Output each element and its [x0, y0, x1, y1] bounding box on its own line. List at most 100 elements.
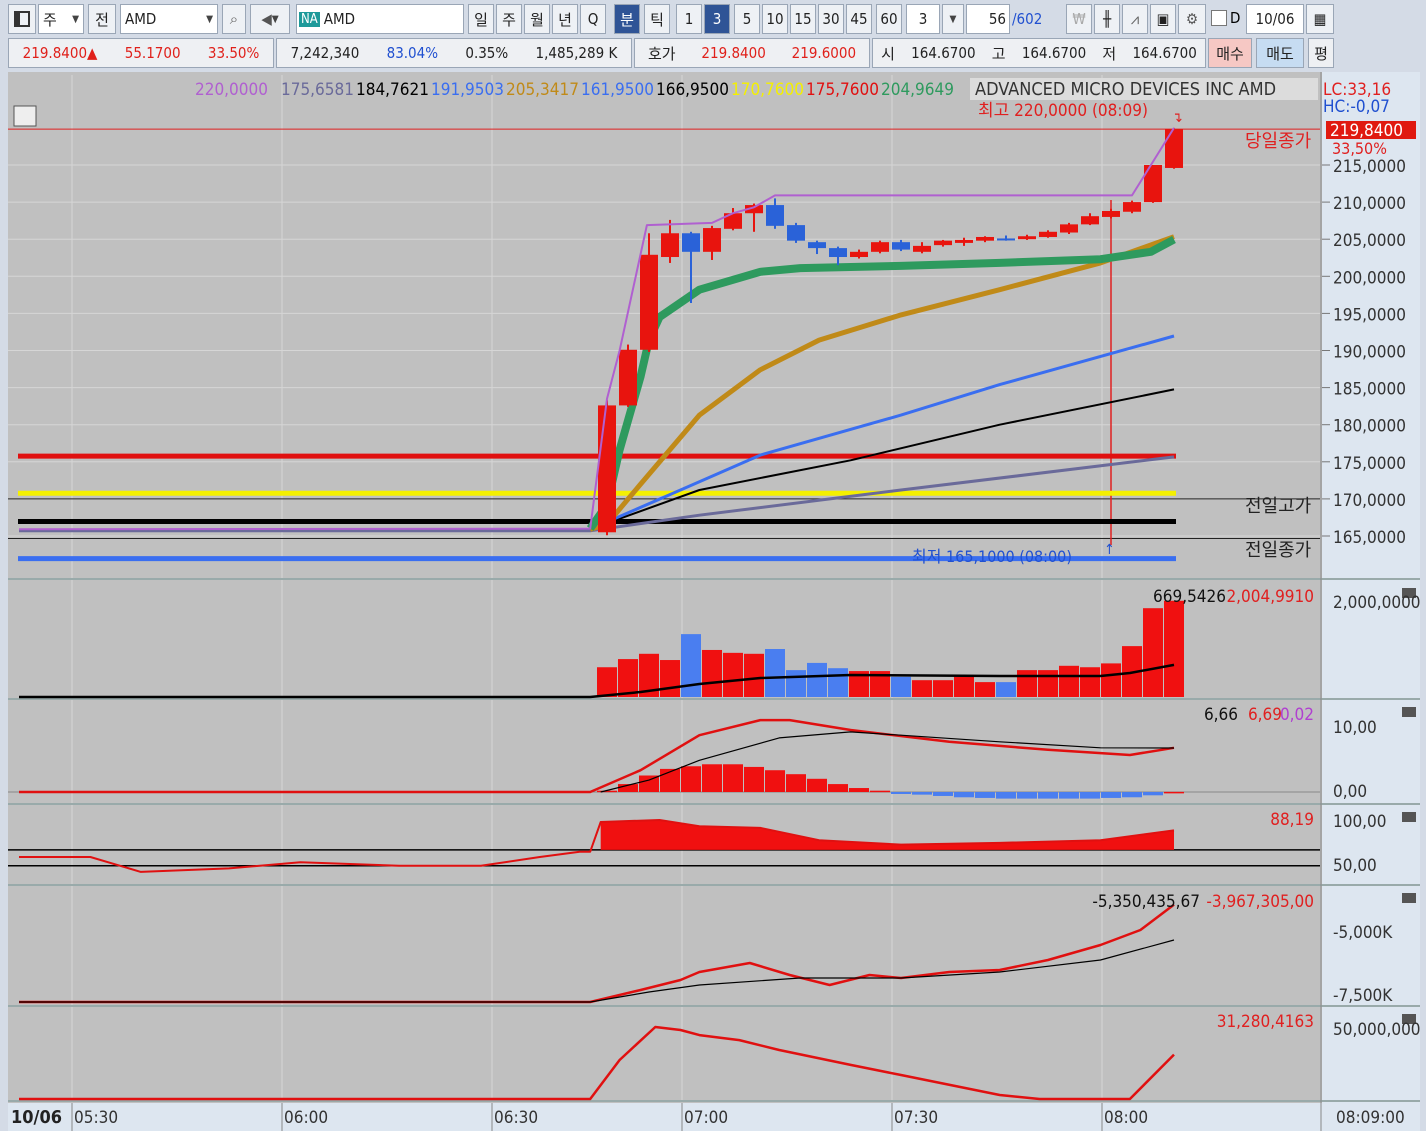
volume-bar — [597, 667, 617, 697]
price-group: 219.8400▲ 55.1700 33.50% — [8, 38, 274, 68]
volume-ratio: 83.04% — [386, 44, 439, 62]
interval-button-10[interactable]: 10 — [762, 4, 788, 34]
time-tick-label: 06:30 — [494, 1108, 538, 1128]
period-button-4[interactable]: Q — [580, 4, 606, 34]
market-select-value: 주 — [43, 10, 57, 29]
sell-button[interactable]: 매도 — [1256, 38, 1304, 68]
title-bg — [970, 78, 1318, 100]
volume-bar — [912, 680, 932, 697]
layout-icon[interactable] — [8, 4, 36, 34]
volume-bar — [681, 634, 701, 697]
avg-button[interactable]: 평 — [1308, 38, 1334, 68]
period-button-2[interactable]: 월 — [524, 4, 550, 34]
time-tick-label: 06:00 — [284, 1108, 328, 1128]
volume-bar — [933, 680, 953, 697]
period-button-5[interactable]: 분 — [614, 4, 640, 34]
time-tick-label: 05:30 — [74, 1108, 118, 1128]
buy-button[interactable]: 매수 — [1208, 38, 1252, 68]
high-annotation: 최고 220,0000 (08:09) — [978, 101, 1148, 121]
panel-close-icon[interactable] — [1402, 1014, 1416, 1024]
chart-settings-icon[interactable] — [13, 105, 37, 127]
period-button-3[interactable]: 년 — [552, 4, 578, 34]
interval-button-5[interactable]: 5 — [734, 4, 760, 34]
interval-button-45[interactable]: 45 — [846, 4, 872, 34]
low-value: 164.6700 — [1132, 44, 1197, 62]
legend-value: 175,6581 — [281, 80, 354, 100]
macd-hist-bar — [870, 790, 890, 793]
candle-add-icon[interactable]: ╫ — [1094, 4, 1120, 34]
lc-label: LC:33,16 — [1323, 80, 1391, 100]
macd-hist-bar — [618, 784, 638, 792]
volume-bar — [807, 662, 827, 697]
volume-bar — [723, 652, 743, 697]
candle-body — [598, 405, 616, 533]
panel-close-icon[interactable] — [1402, 893, 1416, 903]
volume-bar — [660, 660, 680, 697]
candle-body — [745, 205, 763, 214]
count-input[interactable]: 56 — [966, 4, 1010, 34]
price-change: 55.1700 — [124, 44, 181, 62]
ma-gray — [19, 455, 1175, 533]
interval-button-15[interactable]: 15 — [790, 4, 816, 34]
candle-body — [1060, 224, 1078, 233]
ohlc-group: 시 164.6700 고 164.6700 저 164.6700 — [872, 38, 1206, 68]
macd-hist-bar — [1122, 792, 1142, 798]
calendar-icon[interactable]: ▦ — [1306, 4, 1334, 34]
interval-dropdown[interactable]: ▼ — [942, 4, 964, 34]
period-button-1[interactable]: 주 — [496, 4, 522, 34]
stoch-line — [19, 819, 1175, 873]
line-add-icon[interactable]: ⩘ — [1122, 4, 1148, 34]
time-tick-label: 08:00 — [1104, 1108, 1148, 1128]
chevron-down-icon: ▼ — [72, 13, 79, 25]
price-tick-label: 185,0000 — [1333, 380, 1406, 400]
symbol-input[interactable]: AMD ▼ — [120, 4, 218, 34]
macd-hist-bar — [891, 792, 911, 794]
interval-button-60[interactable]: 60 — [876, 4, 902, 34]
ma-black — [589, 388, 1175, 531]
price-tick-label: 200,0000 — [1333, 268, 1406, 288]
volume-bar — [744, 653, 764, 697]
candle-body — [997, 238, 1015, 241]
all-button[interactable]: 전 — [88, 4, 116, 34]
search-icon[interactable]: ⌕ — [222, 4, 246, 34]
chevron-down-icon: ▼ — [206, 13, 213, 25]
legend-value: 166,9500 — [656, 80, 729, 100]
won-icon[interactable]: ₩ — [1066, 4, 1092, 34]
obv-signal-line — [19, 939, 1175, 1003]
macd-line — [19, 718, 1175, 794]
panel-close-icon[interactable] — [1402, 812, 1416, 822]
symbol-name-field[interactable]: NA AMD — [296, 4, 464, 34]
price-tick-label: 180,0000 — [1333, 417, 1406, 437]
legend-value: 170,7600 — [731, 80, 804, 100]
price-tick-label: 175,0000 — [1333, 454, 1406, 474]
market-select[interactable]: 주 ▼ — [38, 4, 84, 34]
panel-close-icon[interactable] — [1402, 588, 1416, 598]
candle-body — [703, 228, 721, 252]
macd-hist-bar — [639, 775, 659, 792]
interval-button-30[interactable]: 30 — [818, 4, 844, 34]
interval-button-1[interactable]: 1 — [676, 4, 702, 34]
candle-body — [976, 236, 994, 241]
speaker-icon[interactable]: ◀ ▼ — [250, 4, 290, 34]
d-checkbox[interactable] — [1211, 10, 1227, 26]
gear-icon[interactable]: ⚙ — [1178, 4, 1206, 34]
chart-area[interactable]: 220,0000 175,6581 184,7621 191,9503 205,3417… — [0, 0, 1426, 1131]
interval-button-3[interactable]: 3 — [704, 4, 730, 34]
price-tick-label: 170,0000 — [1333, 491, 1406, 511]
macd-hist-bar — [996, 792, 1016, 799]
turnover: 0.35% — [465, 44, 509, 62]
stoch-fill-area — [600, 820, 1174, 850]
date-input[interactable]: 10/06 — [1246, 4, 1304, 34]
candle-body — [1039, 231, 1057, 237]
osc-line — [19, 1025, 1175, 1101]
custom-interval-input[interactable]: 3 — [906, 4, 940, 34]
candle-body — [913, 245, 931, 252]
panel-close-icon[interactable] — [1402, 707, 1416, 717]
legend-value: 220,0000 — [195, 80, 268, 100]
volume-bar — [1101, 663, 1121, 697]
period-button-6[interactable]: 틱 — [644, 4, 670, 34]
save-icon[interactable]: ▣ — [1150, 4, 1176, 34]
period-button-0[interactable]: 일 — [468, 4, 494, 34]
macd-hist-bar — [1059, 792, 1079, 799]
time-axis-panel — [8, 1103, 1322, 1131]
